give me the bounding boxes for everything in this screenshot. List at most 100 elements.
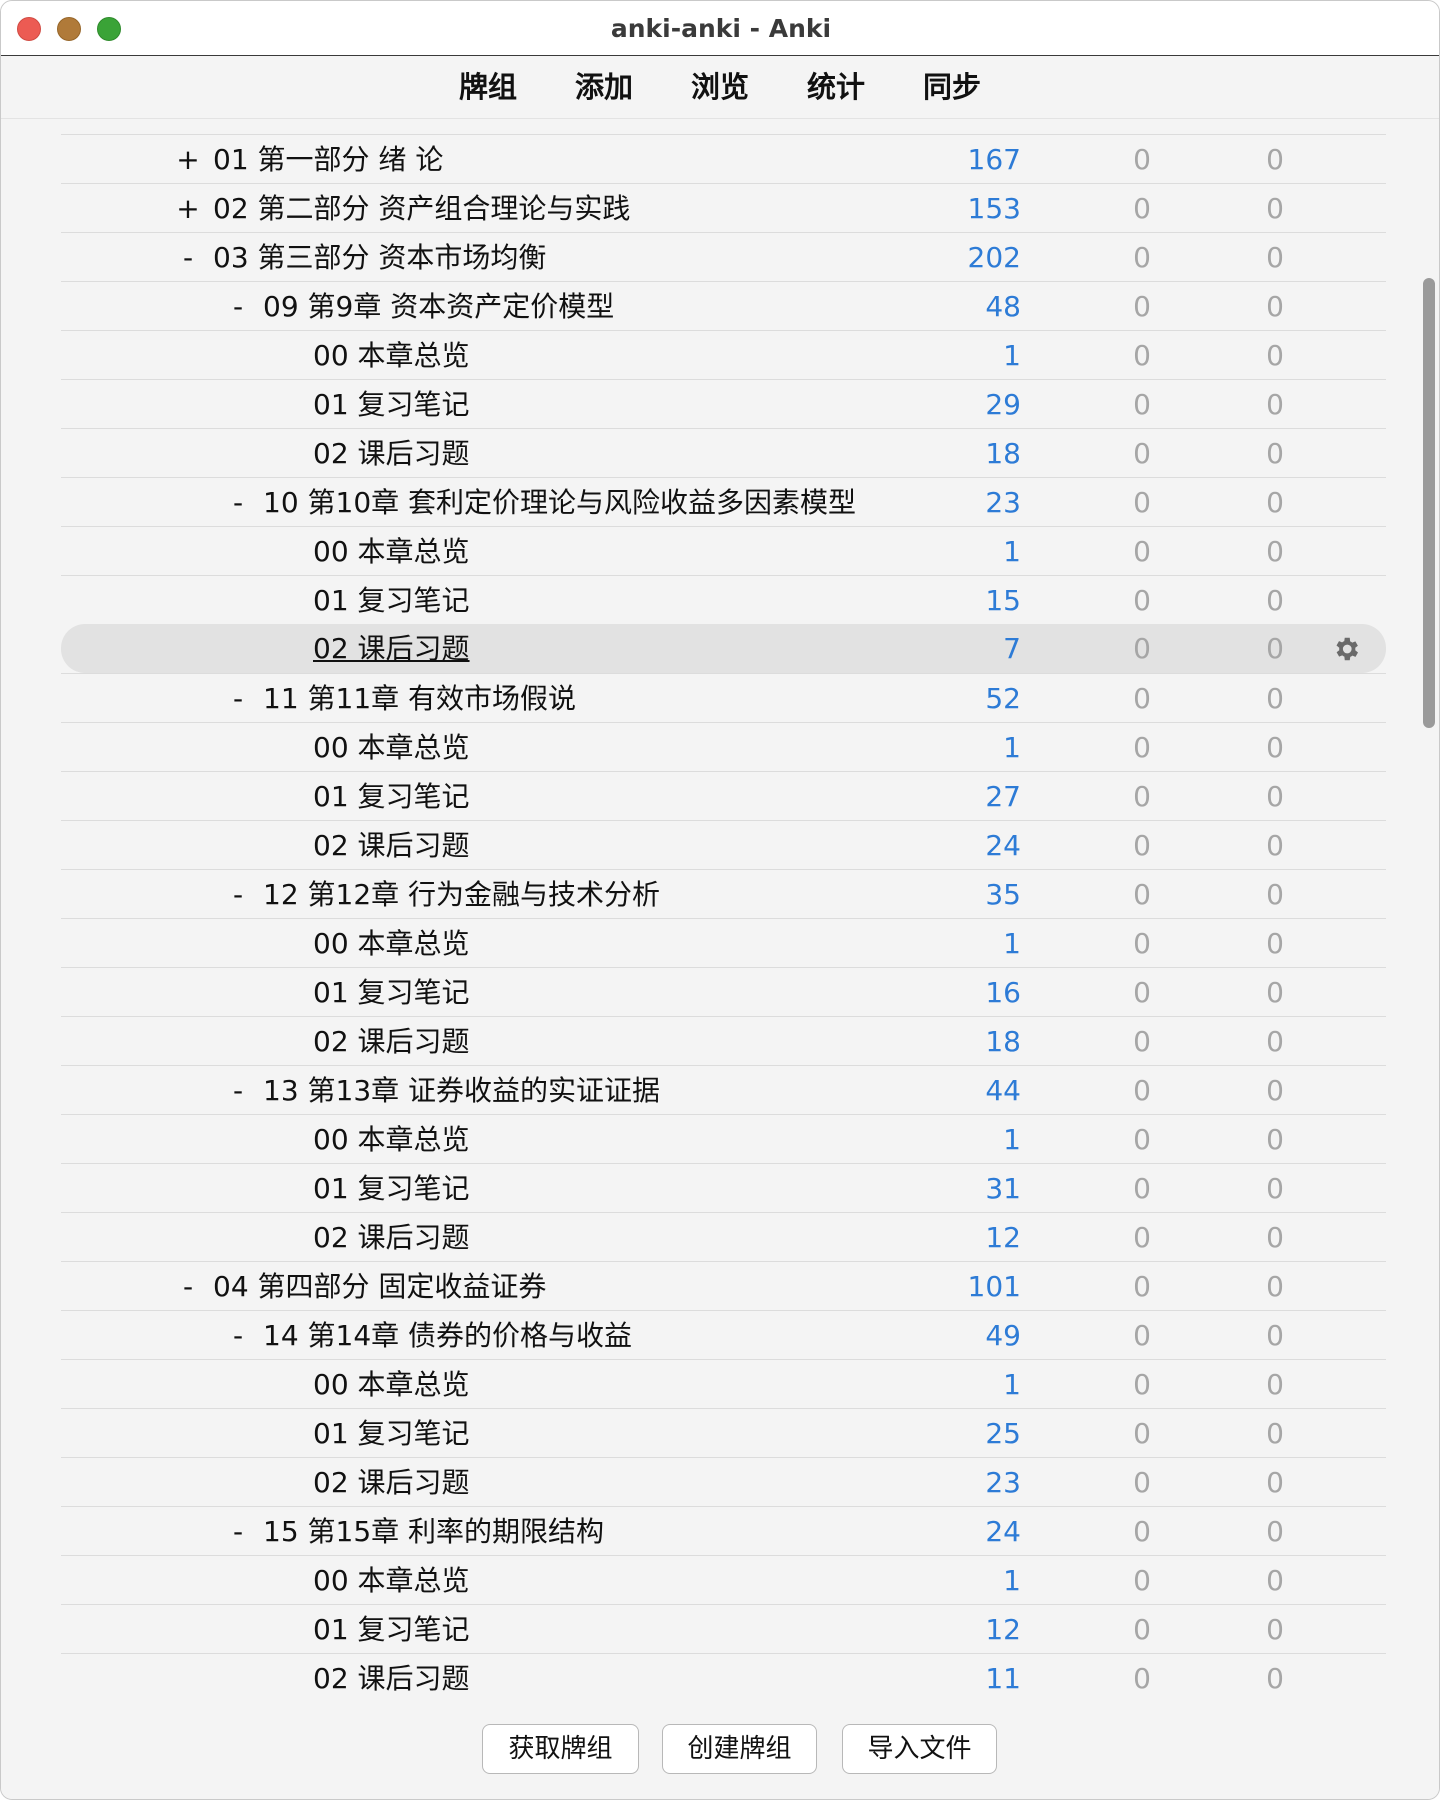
deck-name[interactable]: 12 第12章 行为金融与技术分析 <box>263 870 660 919</box>
deck-row[interactable]: 00 本章总览 1 0 0 <box>61 1555 1386 1604</box>
toolbar-add[interactable]: 添加 <box>559 56 649 119</box>
collapse-deck-toggle[interactable]: - <box>223 478 253 527</box>
deck-name[interactable]: 14 第14章 债券的价格与收益 <box>263 1311 632 1360</box>
deck-name[interactable]: 01 复习笔记 <box>313 576 470 625</box>
deck-row[interactable]: -03 第三部分 资本市场均衡 202 0 0 <box>61 232 1386 281</box>
import-file-button[interactable]: 导入文件 <box>842 1724 997 1774</box>
new-count: 153 <box>967 192 1021 225</box>
collapse-deck-toggle[interactable]: - <box>223 1311 253 1360</box>
new-count: 23 <box>985 1466 1021 1499</box>
deck-row[interactable]: 01 复习笔记 27 0 0 <box>61 771 1386 820</box>
deck-name[interactable]: 09 第9章 资本资产定价模型 <box>263 282 614 331</box>
deck-row[interactable]: 01 复习笔记 31 0 0 <box>61 1163 1386 1212</box>
deck-row[interactable]: -14 第14章 债券的价格与收益 49 0 0 <box>61 1310 1386 1359</box>
deck-name[interactable]: 13 第13章 证券收益的实证证据 <box>263 1066 660 1115</box>
deck-row[interactable]: 02 课后习题 12 0 0 <box>61 1212 1386 1261</box>
collapse-deck-toggle[interactable]: - <box>173 233 203 282</box>
deck-row[interactable]: +02 第二部分 资产组合理论与实践 153 0 0 <box>61 183 1386 232</box>
collapse-deck-toggle[interactable]: - <box>173 1262 203 1311</box>
deck-row[interactable]: 00 本章总览 1 0 0 <box>61 526 1386 575</box>
deck-row[interactable]: 02 课后习题 11 0 0 <box>61 1653 1386 1702</box>
deck-row[interactable]: -04 第四部分 固定收益证券 101 0 0 <box>61 1261 1386 1310</box>
deck-list: +01 第一部分 绪 论 167 0 0 +02 第二部分 资产组合理论与实践 153 0 0… <box>1 119 1439 1704</box>
deck-row[interactable]: -10 第10章 套利定价理论与风险收益多因素模型 23 0 0 <box>61 477 1386 526</box>
deck-row[interactable]: 00 本章总览 1 0 0 <box>61 1359 1386 1408</box>
deck-name[interactable]: 01 复习笔记 <box>313 1164 470 1213</box>
deck-row[interactable]: 00 本章总览 1 0 0 <box>61 918 1386 967</box>
collapse-deck-toggle[interactable]: - <box>223 1507 253 1556</box>
deck-name[interactable]: 02 课后习题 <box>313 1458 470 1507</box>
deck-name[interactable]: 01 第一部分 绪 论 <box>213 135 443 184</box>
due-count: 0 <box>1266 1515 1284 1548</box>
toolbar-browse[interactable]: 浏览 <box>675 56 765 119</box>
deck-row[interactable]: 00 本章总览 1 0 0 <box>61 1114 1386 1163</box>
deck-name[interactable]: 02 课后习题 <box>313 1213 470 1262</box>
deck-row[interactable]: 01 复习笔记 16 0 0 <box>61 967 1386 1016</box>
new-count: 1 <box>1003 1123 1021 1156</box>
footer-bar: 获取牌组 创建牌组 导入文件 <box>1 1704 1439 1799</box>
deck-name[interactable]: 03 第三部分 资本市场均衡 <box>213 233 546 282</box>
deck-name[interactable]: 01 复习笔记 <box>313 1605 470 1654</box>
collapse-deck-toggle[interactable]: - <box>223 674 253 723</box>
deck-row[interactable]: 02 课后习题 18 0 0 <box>61 428 1386 477</box>
expand-deck-toggle[interactable]: + <box>173 135 203 184</box>
deck-name[interactable]: 01 复习笔记 <box>313 380 470 429</box>
collapse-deck-toggle[interactable]: - <box>223 282 253 331</box>
deck-name[interactable]: 01 复习笔记 <box>313 968 470 1017</box>
get-shared-decks-button[interactable]: 获取牌组 <box>482 1724 639 1774</box>
deck-row[interactable]: 02 课后习题 24 0 0 <box>61 820 1386 869</box>
deck-row[interactable]: -09 第9章 资本资产定价模型 48 0 0 <box>61 281 1386 330</box>
deck-name[interactable]: 00 本章总览 <box>313 919 470 968</box>
learn-count: 0 <box>1133 682 1151 715</box>
deck-name[interactable]: 15 第15章 利率的期限结构 <box>263 1507 604 1556</box>
deck-row[interactable]: 00 本章总览 1 0 0 <box>61 330 1386 379</box>
create-deck-button[interactable]: 创建牌组 <box>662 1724 817 1774</box>
deck-row[interactable]: 01 复习笔记 25 0 0 <box>61 1408 1386 1457</box>
toolbar-sync[interactable]: 同步 <box>907 56 997 119</box>
deck-name[interactable]: 02 课后习题 <box>313 429 470 478</box>
deck-name[interactable]: 00 本章总览 <box>313 527 470 576</box>
deck-name[interactable]: 02 第二部分 资产组合理论与实践 <box>213 184 630 233</box>
collapse-deck-toggle[interactable]: - <box>223 870 253 919</box>
deck-name[interactable]: 01 复习笔记 <box>313 772 470 821</box>
deck-name[interactable]: 00 本章总览 <box>313 1360 470 1409</box>
deck-list-scrollbar[interactable] <box>1423 278 1435 728</box>
deck-row[interactable]: -12 第12章 行为金融与技术分析 35 0 0 <box>61 869 1386 918</box>
deck-name[interactable]: 00 本章总览 <box>313 1115 470 1164</box>
new-count: 24 <box>985 829 1021 862</box>
deck-name[interactable]: 02 课后习题 <box>313 1654 470 1703</box>
deck-row[interactable]: 02 课后习题 23 0 0 <box>61 1457 1386 1506</box>
deck-name[interactable]: 00 本章总览 <box>313 331 470 380</box>
deck-name[interactable]: 02 课后习题 <box>313 624 470 673</box>
deck-name[interactable]: 00 本章总览 <box>313 723 470 772</box>
deck-row[interactable]: +01 第一部分 绪 论 167 0 0 <box>61 134 1386 183</box>
deck-name[interactable]: 02 课后习题 <box>313 1017 470 1066</box>
learn-count: 0 <box>1133 1172 1151 1205</box>
learn-count: 0 <box>1133 437 1151 470</box>
due-count: 0 <box>1266 878 1284 911</box>
deck-row[interactable]: 01 复习笔记 29 0 0 <box>61 379 1386 428</box>
deck-row[interactable]: -13 第13章 证券收益的实证证据 44 0 0 <box>61 1065 1386 1114</box>
new-count: 24 <box>985 1515 1021 1548</box>
toolbar-stats[interactable]: 统计 <box>791 56 881 119</box>
deck-name[interactable]: 02 课后习题 <box>313 821 470 870</box>
collapse-deck-toggle[interactable]: - <box>223 1066 253 1115</box>
deck-name[interactable]: 01 复习笔记 <box>313 1409 470 1458</box>
deck-row[interactable]: 00 本章总览 1 0 0 <box>61 722 1386 771</box>
expand-deck-toggle[interactable]: + <box>173 184 203 233</box>
deck-row[interactable]: 01 复习笔记 15 0 0 <box>61 575 1386 624</box>
deck-name[interactable]: 11 第11章 有效市场假说 <box>263 674 576 723</box>
gear-icon[interactable] <box>1331 634 1361 664</box>
deck-name[interactable]: 04 第四部分 固定收益证券 <box>213 1262 546 1311</box>
due-count: 0 <box>1266 731 1284 764</box>
deck-row[interactable]: -11 第11章 有效市场假说 52 0 0 <box>61 673 1386 722</box>
learn-count: 0 <box>1133 1025 1151 1058</box>
deck-row[interactable]: 01 复习笔记 12 0 0 <box>61 1604 1386 1653</box>
deck-row[interactable]: 02 课后习题 7 0 0 <box>61 624 1386 673</box>
deck-name[interactable]: 00 本章总览 <box>313 1556 470 1605</box>
deck-name[interactable]: 10 第10章 套利定价理论与风险收益多因素模型 <box>263 478 856 527</box>
deck-row[interactable]: -15 第15章 利率的期限结构 24 0 0 <box>61 1506 1386 1555</box>
deck-row[interactable]: 02 课后习题 18 0 0 <box>61 1016 1386 1065</box>
toolbar-decks[interactable]: 牌组 <box>443 56 533 119</box>
learn-count: 0 <box>1133 1662 1151 1695</box>
